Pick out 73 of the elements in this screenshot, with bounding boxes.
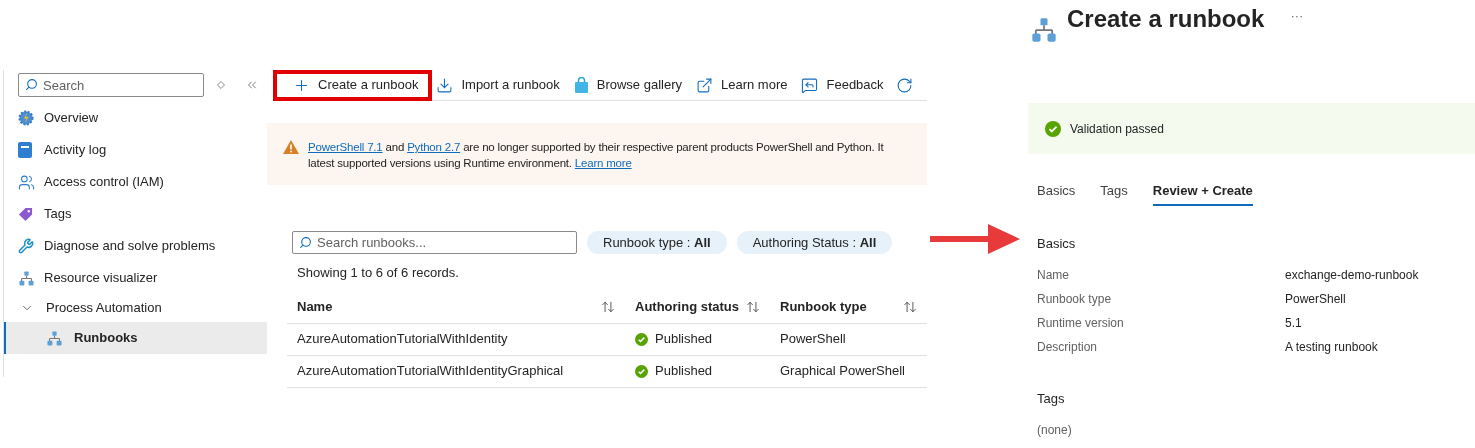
link[interactable]: PowerShell 7.1 <box>308 141 383 153</box>
table-cell-text: Graphical PowerShell <box>779 362 906 381</box>
nav-item[interactable]: Access control (IAM) <box>4 166 267 198</box>
filter-pill[interactable]: Runbook type : All <box>587 231 727 254</box>
table-cell-text: Published <box>655 362 713 381</box>
hierarchy-icon <box>46 329 63 347</box>
check-circle-icon <box>635 332 648 346</box>
field-value: A testing runbook <box>1285 338 1378 356</box>
field-label: Name <box>1037 266 1069 284</box>
download-icon <box>436 76 454 94</box>
panel-title: Create a runbook <box>1067 6 1265 32</box>
search-field[interactable]: Search <box>18 73 205 97</box>
section-heading: Tags <box>1037 389 1065 408</box>
gear-icon <box>18 110 34 126</box>
tab[interactable]: Tags <box>1100 180 1128 206</box>
external-link-icon <box>696 76 713 94</box>
nav-item[interactable]: Tags <box>4 198 267 230</box>
tab[interactable]: Basics <box>1037 180 1076 206</box>
sort-icon[interactable] <box>601 299 615 314</box>
field-label: Runbook type <box>1037 290 1112 308</box>
hierarchy-icon <box>1030 16 1058 44</box>
bag-icon <box>573 77 589 93</box>
sort-icon[interactable] <box>903 299 917 314</box>
check-circle-icon <box>1045 120 1061 137</box>
validation-message: Validation passed <box>1070 120 1164 138</box>
link[interactable]: Python 2.7 <box>407 141 461 153</box>
field-value: PowerShell <box>1285 290 1346 308</box>
collapse-icon[interactable] <box>245 78 259 92</box>
toolbar-button[interactable]: Import a runbook <box>432 69 570 101</box>
nav-item[interactable]: Diagnose and solve problems <box>4 230 267 262</box>
warning-icon <box>283 140 299 154</box>
field-label: Runtime version <box>1037 314 1124 332</box>
field-value: (none) <box>1037 422 1072 439</box>
field-label: Description <box>1037 338 1098 356</box>
column-header[interactable]: Authoring status <box>635 296 739 317</box>
sort-icon[interactable] <box>746 299 760 314</box>
arrow-icon <box>930 222 1020 256</box>
people-icon <box>18 173 35 191</box>
nav-group[interactable]: Process Automation <box>4 294 267 322</box>
hierarchy-icon <box>18 269 35 287</box>
nav-item[interactable]: Overview <box>4 102 267 134</box>
nav-item[interactable]: Runbooks <box>4 322 267 354</box>
table-cell-text: PowerShell <box>779 330 847 349</box>
filter-pill[interactable]: Authoring Status : All <box>736 231 893 254</box>
records-summary: Showing 1 to 6 of 6 records. <box>297 264 459 282</box>
warning-text: PowerShell 7.1 and Python 2.7 are no longer supported by their respective parent products PowerShell and Python. It latest supported versions using Runtime environment. Learn more <box>308 140 884 171</box>
search-icon <box>25 78 38 91</box>
check-circle-icon <box>635 364 648 378</box>
tab[interactable]: Review + Create <box>1152 180 1253 206</box>
toolbar-button[interactable]: Browse gallery <box>569 69 692 101</box>
table-cell-text: AzureAutomationTutorialWithIdentityGraphical <box>296 362 565 381</box>
more-button[interactable]: ··· <box>1290 6 1304 26</box>
nav-item[interactable]: Resource visualizer <box>4 262 267 294</box>
feedback-icon <box>801 76 819 94</box>
table-cell-text: Published <box>655 330 713 349</box>
search-icon <box>299 236 312 249</box>
section-heading: Basics <box>1037 235 1076 253</box>
toolbar-button[interactable]: Feedback <box>797 69 894 101</box>
wrench-icon <box>18 238 34 254</box>
field-value: exchange-demo-runbook <box>1285 266 1419 284</box>
search-field[interactable]: Search runbooks... <box>292 231 577 254</box>
tag-icon <box>18 206 33 222</box>
diamond-icon[interactable] <box>217 81 226 89</box>
table-cell-text: AzureAutomationTutorialWithIdentity <box>296 330 509 349</box>
column-header[interactable]: Name <box>297 296 333 317</box>
link[interactable]: Learn more <box>574 157 632 169</box>
toolbar-button[interactable]: Create a runbook <box>273 69 433 101</box>
column-header[interactable]: Runbook type <box>780 296 867 317</box>
toolbar-button[interactable]: Learn more <box>692 69 798 101</box>
field-value: 5.1 <box>1285 314 1302 332</box>
refresh-icon[interactable] <box>895 76 913 94</box>
nav-item[interactable]: Activity log <box>4 134 267 166</box>
book-icon <box>18 142 32 158</box>
